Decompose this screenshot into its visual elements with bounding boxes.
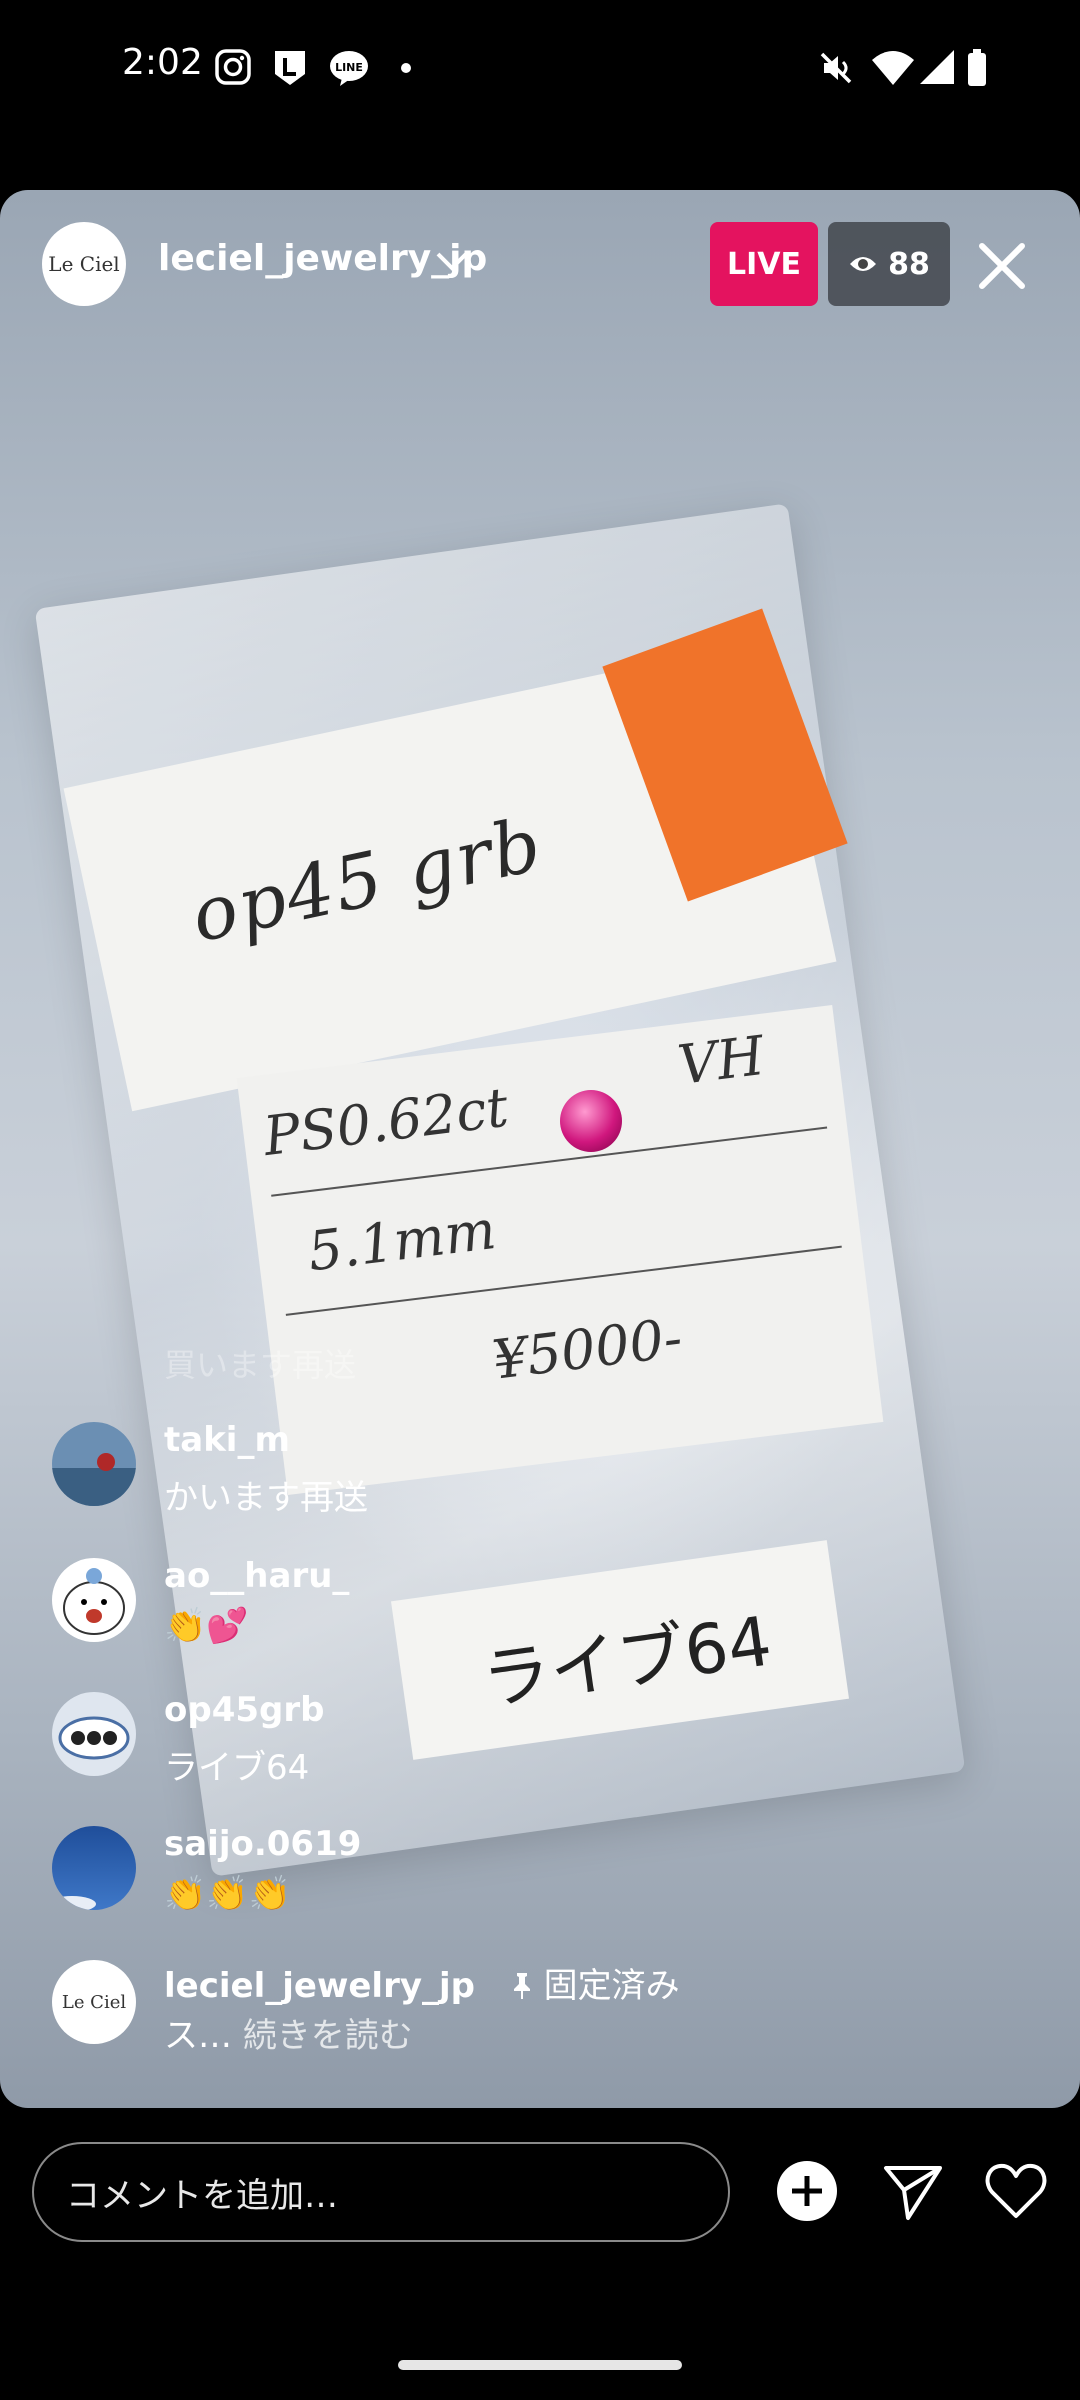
comment-username[interactable]: ao__haru_	[164, 1556, 349, 1596]
close-icon[interactable]	[972, 236, 1032, 296]
read-more-link[interactable]: 続きを読む	[243, 2016, 413, 2056]
comment-input[interactable]: コメントを追加…	[32, 2142, 730, 2242]
comment-username[interactable]: saijo.0619	[164, 1824, 361, 1864]
comment-item[interactable]: op45grb ライブ64	[52, 1690, 1032, 1822]
line-icon: LINE	[330, 51, 368, 86]
send-icon[interactable]	[882, 2160, 944, 2222]
comment-item[interactable]: ao__haru_ 👏💕	[52, 1556, 1032, 1688]
avatar[interactable]	[52, 1826, 136, 1910]
live-badge-label: LIVE	[727, 246, 801, 282]
battery-icon	[968, 49, 986, 86]
status-time: 2:02	[122, 42, 203, 83]
comment-text: ス… 続きを読む	[164, 2008, 413, 2057]
avatar[interactable]	[52, 1422, 136, 1506]
heart-icon[interactable]	[984, 2160, 1048, 2222]
add-button[interactable]	[776, 2160, 838, 2222]
comment-text: 👏👏👏	[164, 1874, 292, 1914]
comment-username[interactable]: taki_m	[164, 1420, 290, 1460]
live-badge: LIVE	[710, 222, 818, 306]
pinned-label: 固定済み	[543, 1966, 680, 2006]
wifi-icon	[872, 51, 914, 85]
svg-text:LINE: LINE	[335, 61, 363, 74]
pinned-text: ス…	[164, 2016, 232, 2056]
l-app-icon	[275, 51, 305, 85]
video-card-tag: VH	[674, 1023, 768, 1097]
dot-icon	[401, 63, 411, 73]
faded-comment: 買います再送	[164, 1346, 357, 1384]
chevron-down-icon[interactable]	[434, 248, 470, 276]
status-bar: 2:02 LINE	[0, 0, 1080, 135]
avatar[interactable]	[52, 1692, 136, 1776]
comment-input-placeholder: コメントを追加…	[66, 2175, 338, 2216]
comment-text: ライブ64	[164, 1748, 310, 1788]
viewer-count: 88	[888, 246, 930, 282]
pinned-indicator: 固定済み	[511, 1966, 680, 2006]
video-gemstone	[560, 1090, 622, 1152]
comment-text: 👏💕	[164, 1606, 249, 1646]
host-avatar[interactable]: Le Ciel	[42, 222, 126, 306]
avatar[interactable]	[52, 1558, 136, 1642]
home-indicator[interactable]	[398, 2360, 682, 2370]
video-card-top-writing: op45 grb	[184, 801, 551, 960]
instagram-icon	[215, 49, 251, 85]
mute-icon	[820, 52, 852, 84]
host-avatar-logo: Le Ciel	[48, 252, 120, 276]
signal-icon	[920, 50, 954, 84]
comment-item[interactable]: taki_m かいます再送	[52, 1420, 1032, 1552]
pin-icon	[513, 1973, 530, 1999]
comment-feed[interactable]: 買います再送 taki_m かいます再送 ao__haru_ 👏💕 op45gr…	[0, 1320, 1080, 2060]
video-card-line2: 5.1mm	[304, 1197, 500, 1284]
comment-username[interactable]: leciel_jewelry_jp 固定済み	[164, 1958, 680, 2007]
eye-icon	[850, 257, 877, 271]
comment-username[interactable]: op45grb	[164, 1690, 324, 1730]
pinned-avatar-logo: Le Ciel	[61, 1991, 127, 2013]
video-card-line1: PS0.62ct	[260, 1075, 512, 1168]
comment-item[interactable]: saijo.0619 👏👏👏	[52, 1824, 1032, 1956]
pinned-username[interactable]: leciel_jewelry_jp	[164, 1966, 475, 2006]
viewer-count-badge[interactable]: 88	[828, 222, 950, 306]
comment-text: かいます再送	[164, 1478, 368, 1518]
pinned-comment[interactable]: Le Ciel leciel_jewelry_jp 固定済み ス… 続きを読む	[52, 1960, 1032, 2090]
avatar[interactable]: Le Ciel	[52, 1960, 136, 2044]
